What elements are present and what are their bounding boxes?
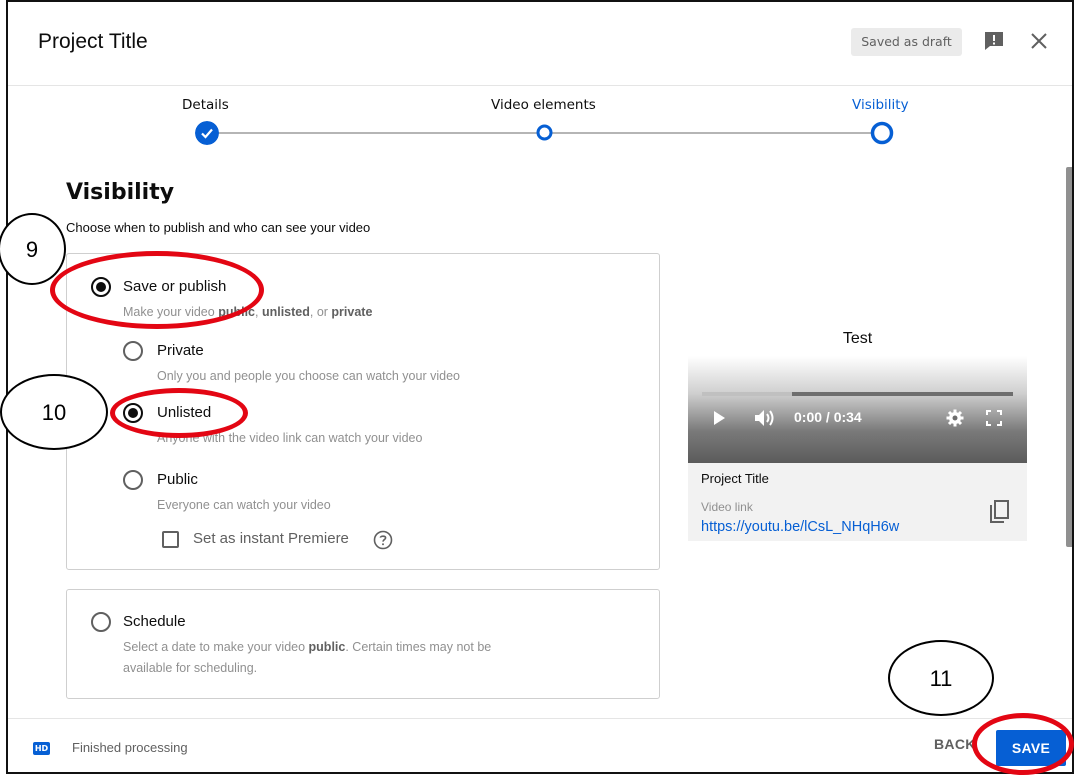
preview-title: Test bbox=[842, 330, 873, 347]
unlisted-label[interactable]: Unlisted bbox=[157, 404, 211, 421]
save-button[interactable]: SAVE bbox=[996, 730, 1066, 766]
video-progress-fill bbox=[702, 392, 793, 396]
dialog-footer: HD Finished processing BACK SAVE bbox=[8, 718, 1072, 772]
saved-draft-badge: Saved as draft bbox=[851, 28, 962, 56]
schedule-radio[interactable] bbox=[91, 612, 111, 632]
private-desc: Only you and people you choose can watch… bbox=[157, 369, 460, 383]
save-or-publish-desc: Make your video public, unlisted, or pri… bbox=[123, 305, 373, 319]
video-link[interactable]: https://youtu.be/lCsL_NHqH6w bbox=[701, 519, 899, 535]
step-video-elements-label[interactable]: Video elements bbox=[491, 97, 596, 113]
instant-premiere-checkbox[interactable] bbox=[162, 531, 179, 548]
close-icon[interactable] bbox=[1029, 31, 1049, 51]
progress-stepper: Details Video elements Visibility bbox=[8, 86, 1072, 166]
annotation-marker-10: 10 bbox=[0, 374, 108, 450]
step-details-check-icon[interactable] bbox=[195, 121, 219, 145]
unlisted-radio[interactable] bbox=[123, 403, 143, 423]
schedule-desc-line2: available for scheduling. bbox=[123, 661, 258, 675]
step-details-label[interactable]: Details bbox=[182, 97, 229, 113]
video-time: 0:00 / 0:34 bbox=[794, 409, 862, 425]
scrollbar[interactable] bbox=[1066, 167, 1072, 547]
unlisted-desc: Anyone with the video link can watch you… bbox=[157, 431, 423, 445]
back-button[interactable]: BACK bbox=[934, 736, 976, 762]
video-preview-panel: Test 0:00 / 0:34 Project Title Video lin… bbox=[688, 320, 1027, 541]
settings-gear-icon[interactable] bbox=[946, 409, 964, 427]
public-radio[interactable] bbox=[123, 470, 143, 490]
schedule-label[interactable]: Schedule bbox=[123, 613, 186, 630]
step-visibility-label[interactable]: Visibility bbox=[852, 97, 909, 113]
step-visibility-dot-icon[interactable] bbox=[870, 121, 894, 145]
schedule-desc: Select a date to make your video public.… bbox=[123, 640, 492, 654]
private-radio[interactable] bbox=[123, 341, 143, 361]
instant-premiere-label[interactable]: Set as instant Premiere bbox=[193, 530, 349, 547]
schedule-card: Schedule Select a date to make your vide… bbox=[66, 589, 660, 699]
processing-status: Finished processing bbox=[72, 740, 188, 755]
copy-icon[interactable] bbox=[988, 500, 1010, 526]
step-video-elements-dot-icon[interactable] bbox=[536, 124, 553, 141]
fullscreen-icon[interactable] bbox=[986, 410, 1002, 426]
dialog-header: Project Title Saved as draft bbox=[8, 2, 1072, 86]
public-desc: Everyone can watch your video bbox=[157, 498, 331, 512]
save-or-publish-card: Save or publish Make your video public, … bbox=[66, 253, 660, 570]
visibility-heading: Visibility bbox=[66, 180, 175, 205]
hd-icon: HD bbox=[33, 742, 50, 755]
annotation-marker-9: 9 bbox=[0, 213, 66, 285]
private-label[interactable]: Private bbox=[157, 342, 204, 359]
stepper-line bbox=[216, 132, 538, 134]
public-label[interactable]: Public bbox=[157, 471, 198, 488]
stepper-line bbox=[551, 132, 873, 134]
video-link-label: Video link bbox=[701, 500, 753, 514]
save-or-publish-label[interactable]: Save or publish bbox=[123, 278, 226, 295]
play-icon[interactable] bbox=[712, 410, 726, 426]
feedback-icon[interactable] bbox=[982, 29, 1006, 53]
video-title: Project Title bbox=[701, 471, 769, 486]
video-player[interactable]: 0:00 / 0:34 bbox=[688, 356, 1027, 463]
dialog-title: Project Title bbox=[38, 30, 148, 53]
annotation-marker-11: 11 bbox=[888, 640, 994, 716]
save-or-publish-radio[interactable] bbox=[91, 277, 111, 297]
video-info-box: Project Title Video link https://youtu.b… bbox=[688, 463, 1027, 541]
video-progress-bar[interactable] bbox=[702, 392, 1013, 396]
help-icon[interactable] bbox=[373, 530, 393, 550]
visibility-subtitle: Choose when to publish and who can see y… bbox=[66, 220, 371, 235]
volume-icon[interactable] bbox=[754, 409, 776, 427]
